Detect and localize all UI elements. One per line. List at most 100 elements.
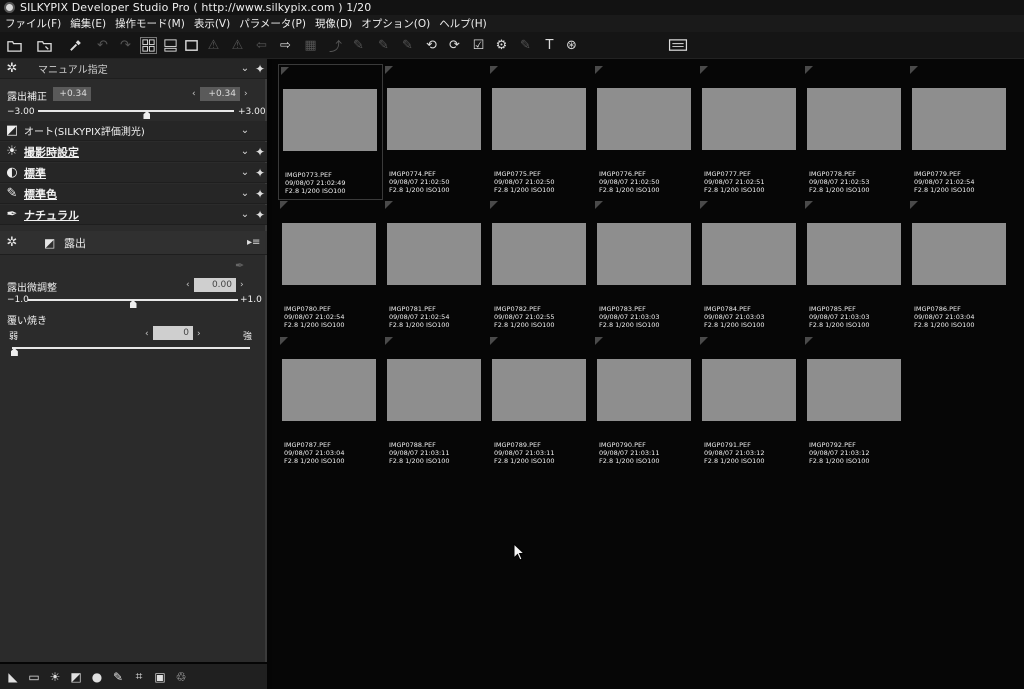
thumbnail[interactable]: IMGP0779.PEF 09/08/07 21:02:54 F2.8 1/200 … [908,64,1013,200]
thumbnail[interactable]: IMGP0777.PEF 09/08/07 21:02:51 F2.8 1/200 … [698,64,803,200]
fine-tune-increase-arrow[interactable]: › [240,280,244,290]
exposure-icon[interactable]: ◩ [67,668,85,686]
thumbnail[interactable]: IMGP0775.PEF 09/08/07 21:02:50 F2.8 1/200 … [488,64,593,200]
natural-row[interactable]: ✒ ナチュラル ⌄ ✦ [0,205,267,225]
warning-icon[interactable]: ⚠ [205,37,222,54]
rotate-small-icon[interactable]: ⤴ [327,37,344,55]
chat-icon[interactable]: ▭ [25,668,43,686]
thumbnail-image[interactable] [492,359,586,421]
thumbnail-image[interactable] [912,88,1006,150]
thumbnail-image[interactable] [597,359,691,421]
crop-icon[interactable]: ⌗ [130,668,148,686]
exposure-section-header[interactable]: ✲ ◩ 露出 ▸≡ [0,231,267,255]
thumbnail[interactable]: IMGP0782.PEF 09/08/07 21:02:55 F2.8 1/200 … [488,199,593,335]
plus-icon[interactable]: ✦ [253,62,267,76]
thumbnail-image[interactable] [807,359,901,421]
eyedropper-icon[interactable] [67,37,84,54]
thumbnail-image[interactable] [492,223,586,285]
menu-develop[interactable]: 現像(D) [315,16,352,31]
exposure-comp-value[interactable]: +0.34 [53,87,91,101]
thumbnail-image[interactable] [807,223,901,285]
thumbnail-image[interactable] [282,223,376,285]
thumbnail[interactable]: IMGP0788.PEF 09/08/07 21:03:11 F2.8 1/200 … [383,335,488,471]
dodge-knob[interactable] [10,348,18,356]
undo-icon[interactable]: ↶ [94,37,111,54]
contrast-row[interactable]: ◐ 標準 ⌄ ✦ [0,163,267,183]
redo-icon[interactable]: ↷ [117,37,134,54]
thumbnail[interactable]: IMGP0776.PEF 09/08/07 21:02:50 F2.8 1/200 … [593,64,698,200]
sun-icon[interactable]: ☀ [46,668,64,686]
thumbnail-image[interactable] [597,223,691,285]
dodge-slider[interactable] [12,347,250,349]
back-icon[interactable]: ⇦ [253,37,270,54]
menu-mode[interactable]: 操作モード(M) [115,16,185,31]
filmstrip-view-icon[interactable] [162,37,179,54]
chevron-down-icon[interactable]: ⌄ [237,125,253,136]
warning-icon-2[interactable]: ⚠ [229,37,246,54]
thumbnail-image[interactable] [702,359,796,421]
open-folder-icon[interactable] [6,37,23,54]
stamp-icon[interactable]: ✎ [399,37,416,54]
menu-file[interactable]: ファイル(F) [5,16,61,31]
menu-parameter[interactable]: パラメータ(P) [239,16,306,31]
menu-view[interactable]: 表示(V) [194,16,230,31]
thumbnail[interactable]: IMGP0774.PEF 09/08/07 21:02:50 F2.8 1/200 … [383,64,488,200]
plus-icon[interactable]: ✦ [253,187,267,201]
thumbnail-image[interactable] [807,88,901,150]
thumbnail[interactable]: IMGP0786.PEF 09/08/07 21:03:04 F2.8 1/200 … [908,199,1013,335]
color-row[interactable]: ✎ 標準色 ⌄ ✦ [0,184,267,204]
eyedropper-icon[interactable]: ✒ [235,259,244,272]
thumbnail[interactable]: IMGP0778.PEF 09/08/07 21:02:53 F2.8 1/200 … [803,64,908,200]
thumbnail-image[interactable] [702,223,796,285]
thumbnail[interactable]: IMGP0785.PEF 09/08/07 21:03:03 F2.8 1/200 … [803,199,908,335]
checkbox-icon[interactable]: ☑ [470,37,487,54]
thumbnail[interactable]: IMGP0783.PEF 09/08/07 21:03:03 F2.8 1/200 … [593,199,698,335]
settings-icon[interactable]: ⊛ [563,37,580,54]
single-view-icon[interactable] [183,37,200,54]
exposure-comp-knob[interactable] [143,111,151,119]
thumbnail[interactable]: IMGP0789.PEF 09/08/07 21:03:11 F2.8 1/200 … [488,335,593,471]
browse-folder-icon[interactable] [36,37,53,54]
pen-icon[interactable]: ✎ [350,37,367,54]
thumbnail-image[interactable] [387,88,481,150]
thumbnail[interactable]: IMGP0781.PEF 09/08/07 21:02:54 F2.8 1/200 … [383,199,488,335]
dodge-decrease-arrow[interactable]: ‹ [145,329,149,339]
thumbnail-image[interactable] [912,223,1006,285]
dodge-value[interactable]: 0 [153,326,193,340]
auto-metering-row[interactable]: ◩ オート(SILKYPIX評価測光) ⌄ ✦ [0,121,267,141]
thumbnail[interactable]: IMGP0784.PEF 09/08/07 21:03:03 F2.8 1/200 … [698,199,803,335]
dodge-increase-arrow[interactable]: › [197,329,201,339]
thumbnail-image[interactable] [283,89,377,151]
thumbnail-image[interactable] [387,359,481,421]
tone-icon[interactable]: ✎ [109,668,127,686]
exposure-decrease-arrow[interactable]: ‹ [192,89,196,99]
shooting-settings-row[interactable]: ☀ 撮影時設定 ⌄ ✦ [0,142,267,162]
rotate-right-icon[interactable]: ⟳ [446,37,463,54]
lens-icon[interactable]: ▣ [151,668,169,686]
fine-tune-value[interactable]: 0.00 [194,278,236,292]
crop-icon[interactable]: ▦ [302,37,319,54]
pen-icon-3[interactable]: ✎ [517,37,534,54]
menu-help[interactable]: ヘルプ(H) [439,16,487,31]
mark-icon[interactable]: ⚙ [493,37,510,54]
exposure-comp-slider[interactable] [38,110,234,112]
fine-tune-decrease-arrow[interactable]: ‹ [186,280,190,290]
chevron-down-icon[interactable]: ⌄ [237,188,253,199]
ball-icon[interactable]: ● [88,668,106,686]
menu-edit[interactable]: 編集(E) [70,16,106,31]
thumbnail[interactable]: IMGP0780.PEF 09/08/07 21:02:54 F2.8 1/200 … [278,199,383,335]
thumbnail-image[interactable] [597,88,691,150]
exposure-increase-arrow[interactable]: › [244,89,248,99]
chevron-down-icon[interactable]: ⌄ [237,209,253,220]
chevron-down-icon[interactable]: ⌄ [237,167,253,178]
thumbnail[interactable]: IMGP0773.PEF 09/08/07 21:02:49 F2.8 1/200 … [278,64,383,200]
fine-tune-knob[interactable] [129,300,137,308]
chevron-down-icon[interactable]: ⌄ [237,146,253,157]
forward-icon[interactable]: ⇨ [277,37,294,54]
menu-option[interactable]: オプション(O) [361,16,430,31]
plus-icon[interactable]: ✦ [253,145,267,159]
thumbnail-image[interactable] [282,359,376,421]
plus-icon[interactable]: ✦ [253,166,267,180]
thumbnail-image[interactable] [702,88,796,150]
chevron-down-icon[interactable]: ⌄ [237,63,253,74]
